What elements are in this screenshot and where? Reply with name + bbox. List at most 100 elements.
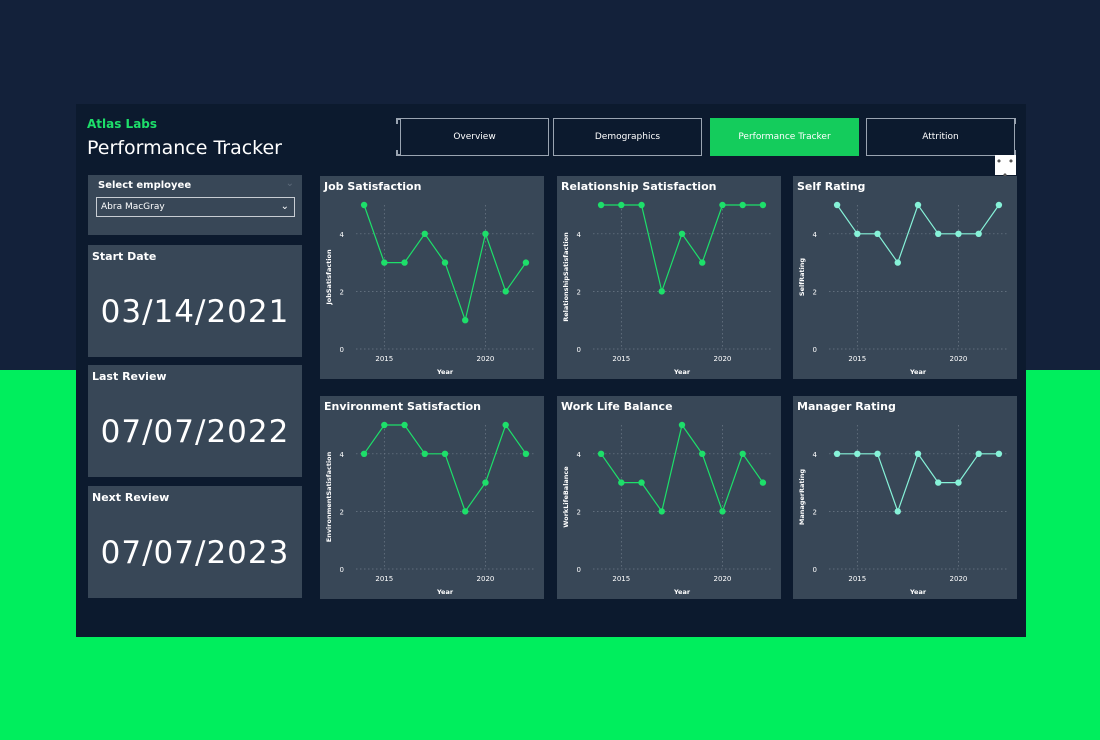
tab-attrition[interactable]: Attrition [866, 118, 1015, 156]
y-tick-label: 4 [813, 451, 818, 459]
x-tick-label: 2020 [714, 575, 732, 583]
data-point [522, 259, 530, 266]
data-point [975, 230, 982, 237]
y-tick-label: 2 [813, 288, 817, 296]
series-line [363, 423, 527, 513]
x-tick-label: 2015 [612, 355, 630, 363]
data-point [854, 230, 861, 237]
data-point [462, 508, 469, 515]
chart-title: Work Life Balance [561, 400, 673, 413]
data-point [874, 450, 881, 457]
data-point [955, 479, 962, 486]
data-point [995, 450, 1003, 457]
data-point [678, 230, 686, 237]
y-axis-title: EnvironmentSatisfaction [325, 451, 333, 542]
dashboard: Atlas Labs Performance Tracker Overview … [76, 104, 1026, 637]
tab-overview[interactable]: Overview [400, 118, 549, 156]
data-point [894, 259, 901, 266]
y-tick-label: 2 [340, 508, 344, 516]
job-satisfaction-chart[interactable]: 0 2 4 2015 2020 Year JobSatisfaction Job Satis… [320, 176, 544, 379]
chart-svg: 0 2 4 2015 2020 Year RelationshipSatisfaction [562, 201, 771, 376]
data-point [759, 201, 767, 209]
data-point [699, 450, 706, 457]
employee-select[interactable]: Abra MacGray ⌄ [96, 197, 295, 217]
brand-label: Atlas Labs [87, 117, 158, 131]
y-tick-label: 0 [340, 346, 344, 354]
y-axis-title: RelationshipSatisfaction [562, 232, 570, 322]
last-review-value: 07/07/2022 [100, 414, 290, 450]
chart-svg: 0 2 4 2015 2020 Year JobSatisfaction [325, 201, 534, 376]
data-point [462, 317, 469, 324]
data-point [719, 508, 726, 515]
y-axis-title: WorkLifeBalance [562, 466, 570, 528]
data-point [955, 230, 962, 237]
data-point [833, 450, 841, 457]
data-point [502, 288, 509, 295]
data-point [914, 201, 922, 209]
environment-satisfaction-chart[interactable]: 0 2 4 2015 2020 Year EnvironmentSatisfaction E… [320, 396, 544, 599]
chart-svg: 0 2 4 2015 2020 Year ManagerRating [798, 425, 1007, 596]
more-options-button[interactable]: • • • [995, 155, 1016, 182]
data-point [975, 450, 982, 457]
data-point [522, 450, 530, 457]
y-axis-title: ManagerRating [798, 469, 806, 525]
start-date-value: 03/14/2021 [100, 294, 290, 330]
data-point [401, 421, 408, 429]
data-point [618, 201, 625, 209]
tab-bar: Overview Demographics Performance Tracke… [396, 118, 1016, 156]
series-line [601, 204, 763, 294]
data-point [360, 450, 368, 457]
y-axis-title: JobSatisfaction [325, 249, 333, 306]
manager-rating-chart[interactable]: 0 2 4 2015 2020 Year ManagerRating Manager Rat… [793, 396, 1017, 599]
y-tick-label: 4 [813, 231, 818, 239]
chart-title: Relationship Satisfaction [561, 180, 717, 193]
next-review-card: Next Review 07/07/2023 [88, 486, 302, 598]
chart-title: Manager Rating [797, 400, 896, 413]
chart-title: Environment Satisfaction [324, 400, 482, 413]
x-tick-label: 2020 [477, 575, 495, 583]
data-point [854, 450, 861, 457]
data-point [597, 201, 605, 209]
data-point [658, 288, 665, 295]
data-point [739, 450, 746, 457]
data-point [658, 508, 665, 515]
data-point [699, 259, 706, 266]
series-line [837, 452, 999, 514]
x-tick-label: 2020 [714, 355, 732, 363]
employee-slicer: Select employee ⌄ Abra MacGray ⌄ [88, 175, 302, 235]
data-point [638, 479, 645, 486]
data-point [502, 421, 509, 429]
x-tick-label: 2015 [375, 355, 393, 363]
data-point [914, 450, 922, 457]
y-tick-label: 2 [577, 508, 581, 516]
chart-svg: 0 2 4 2015 2020 Year WorkLifeBalance [562, 421, 771, 596]
chart-title: Self Rating [797, 180, 866, 193]
last-review-label: Last Review [92, 370, 167, 383]
data-point [421, 450, 428, 457]
y-tick-label: 2 [577, 288, 581, 296]
x-axis-title: Year [673, 588, 691, 596]
data-point [833, 201, 841, 209]
data-point [441, 450, 449, 457]
x-axis-title: Year [673, 368, 691, 376]
work-life-balance-chart[interactable]: 0 2 4 2015 2020 Year WorkLifeBalance Work Life… [557, 396, 781, 599]
data-point [597, 450, 605, 457]
data-point [719, 201, 726, 209]
y-tick-label: 2 [813, 508, 817, 516]
next-review-label: Next Review [92, 491, 170, 504]
y-tick-label: 4 [577, 231, 582, 239]
data-point [441, 259, 449, 266]
data-point [381, 259, 388, 266]
series-line [600, 423, 764, 514]
data-point [482, 479, 489, 486]
y-tick-label: 4 [340, 231, 345, 239]
tab-demographics[interactable]: Demographics [553, 118, 702, 156]
self-rating-chart[interactable]: 0 2 4 2015 2020 Year SelfRating Self Rating [793, 176, 1017, 379]
collapse-chevron-icon[interactable]: ⌄ [286, 178, 294, 189]
tab-performance-tracker[interactable]: Performance Tracker [710, 118, 859, 156]
x-tick-label: 2015 [612, 575, 630, 583]
data-point [360, 201, 368, 209]
y-axis-title: SelfRating [798, 258, 806, 296]
chart-title: Job Satisfaction [324, 180, 422, 193]
relationship-satisfaction-chart[interactable]: 0 2 4 2015 2020 Year RelationshipSatisfaction … [557, 176, 781, 379]
